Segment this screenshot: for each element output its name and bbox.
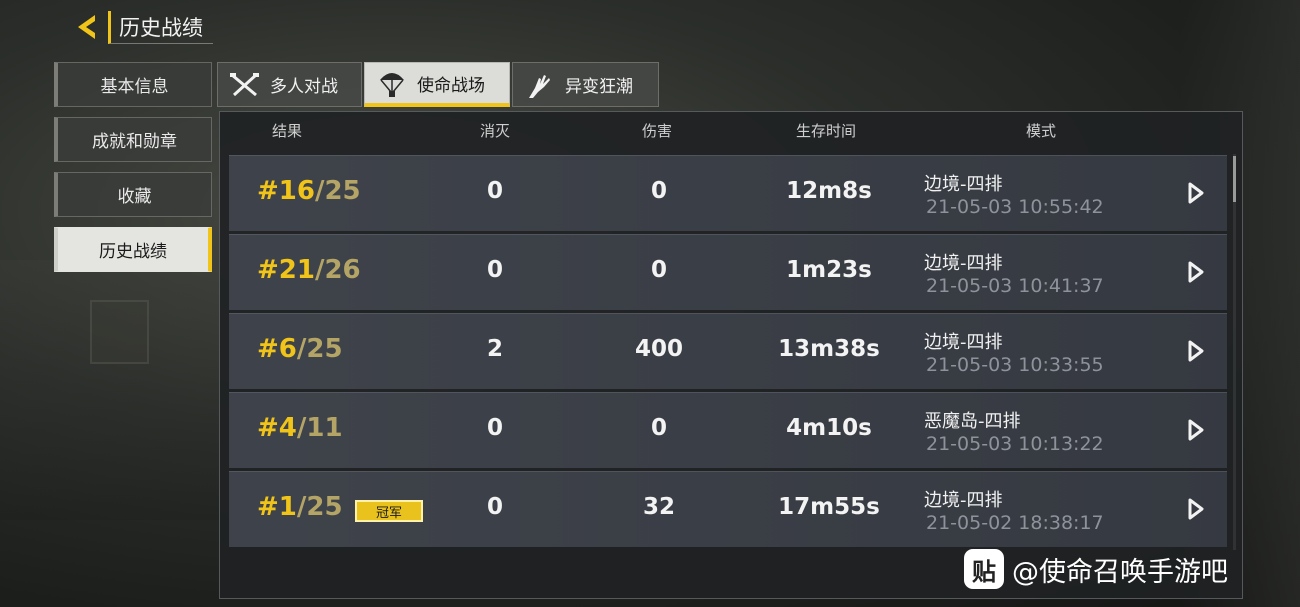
sidebar-item-history[interactable]: 历史战绩: [54, 227, 212, 272]
kills-value: 2: [486, 336, 503, 362]
column-header-survival-time: 生存时间: [796, 122, 857, 140]
zombie-hand-icon: [523, 70, 557, 100]
placement-rank: #6: [257, 334, 297, 364]
page-header: 历史战绩: [70, 10, 213, 44]
crossed-weapons-icon: [228, 70, 262, 100]
mode-value: 边境-四排: [924, 174, 1003, 195]
placement-total: /26: [314, 255, 361, 285]
placement-total: /25: [296, 334, 343, 364]
play-arrow-icon[interactable]: [1187, 181, 1205, 205]
match-row[interactable]: #21/26 0 0 1m23s 边境-四排 21-05-03 10:41:37: [229, 234, 1227, 310]
damage-value: 400: [634, 336, 683, 362]
champion-badge: 冠军: [355, 500, 423, 522]
damage-value: 0: [650, 178, 667, 204]
tab-label: 异变狂潮: [565, 77, 633, 97]
match-row[interactable]: #4/11 0 0 4m10s 恶魔岛-四排 21-05-03 10:13:22: [229, 392, 1227, 468]
play-arrow-icon[interactable]: [1187, 339, 1205, 363]
column-header-kills: 消灭: [480, 122, 511, 140]
placement-total: /11: [296, 413, 343, 443]
scrollbar-thumb[interactable]: [1233, 156, 1236, 202]
survival-time-value: 13m38s: [778, 336, 880, 362]
match-row[interactable]: #16/25 0 0 12m8s 边境-四排 21-05-03 10:55:42: [229, 155, 1227, 231]
survival-time-value: 1m23s: [786, 257, 872, 283]
tab-label: 使命战场: [417, 75, 485, 96]
placement-total: /25: [296, 492, 343, 522]
sidebar-item-collection[interactable]: 收藏: [54, 172, 212, 217]
mode-tabs: 多人对战 使命战场 异变狂潮: [217, 62, 659, 107]
mode-value: 边境-四排: [924, 332, 1003, 353]
watermark-text: @使命召唤手游吧: [1012, 556, 1228, 588]
damage-value: 0: [650, 257, 667, 283]
mode-value: 恶魔岛-四排: [924, 411, 1021, 432]
placement-total: /25: [314, 176, 361, 206]
placement-rank: #21: [257, 255, 315, 285]
tab-zombie-mode[interactable]: 异变狂潮: [512, 62, 659, 107]
placement-rank: #16: [257, 176, 315, 206]
match-timestamp: 21-05-03 10:41:37: [926, 275, 1104, 297]
damage-value: 32: [642, 494, 675, 520]
match-timestamp: 21-05-03 10:55:42: [926, 196, 1104, 218]
mode-value: 边境-四排: [924, 490, 1003, 511]
placement: #1/25: [257, 492, 343, 522]
mode-value: 边境-四排: [924, 253, 1003, 274]
play-arrow-icon[interactable]: [1187, 260, 1205, 284]
back-arrow-icon: [78, 15, 95, 39]
match-row[interactable]: #6/25 2 400 13m38s 边境-四排 21-05-03 10:33:…: [229, 313, 1227, 389]
match-timestamp: 21-05-03 10:33:55: [926, 354, 1104, 376]
tab-multiplayer[interactable]: 多人对战: [217, 62, 362, 107]
column-header-mode: 模式: [1026, 122, 1057, 140]
background-shape: [0, 260, 220, 520]
survival-time-value: 17m55s: [778, 494, 880, 520]
survival-time-value: 12m8s: [786, 178, 872, 204]
kills-value: 0: [486, 494, 503, 520]
placement: #16/25: [257, 176, 361, 206]
damage-value: 0: [650, 415, 667, 441]
column-header-result: 结果: [272, 122, 303, 140]
kills-value: 0: [486, 415, 503, 441]
sidebar-item-basic-info[interactable]: 基本信息: [54, 62, 212, 107]
kills-value: 0: [486, 178, 503, 204]
scrollbar-track[interactable]: [1233, 154, 1236, 550]
page-title: 历史战绩: [108, 10, 213, 44]
play-arrow-icon[interactable]: [1187, 497, 1205, 521]
placement: #6/25: [257, 334, 343, 364]
play-arrow-icon[interactable]: [1187, 418, 1205, 442]
background-shape: [90, 300, 149, 364]
tab-battle-royale[interactable]: 使命战场: [364, 62, 510, 107]
sidebar: 基本信息 成就和勋章 收藏 历史战绩: [54, 62, 214, 282]
watermark: 贴 @使命召唤手游吧: [964, 549, 1228, 589]
history-panel: 结果 消灭 伤害 生存时间 模式 #16/25 0 0 12m8s 边境-四排 …: [219, 111, 1243, 599]
survival-time-value: 4m10s: [786, 415, 872, 441]
placement: #4/11: [257, 413, 343, 443]
tieba-logo-icon: 贴: [964, 549, 1004, 589]
parachute-icon: [375, 68, 409, 98]
placement-rank: #4: [257, 413, 297, 443]
match-row[interactable]: #1/25 冠军 0 32 17m55s 边境-四排 21-05-02 18:3…: [229, 471, 1227, 547]
match-timestamp: 21-05-03 10:13:22: [926, 433, 1104, 455]
tab-label: 多人对战: [270, 77, 338, 97]
kills-value: 0: [486, 257, 503, 283]
match-timestamp: 21-05-02 18:38:17: [926, 512, 1104, 534]
back-button[interactable]: [70, 10, 106, 44]
column-header-damage: 伤害: [642, 122, 673, 140]
placement: #21/26: [257, 255, 361, 285]
sidebar-item-achievements[interactable]: 成就和勋章: [54, 117, 212, 162]
placement-rank: #1: [257, 492, 297, 522]
